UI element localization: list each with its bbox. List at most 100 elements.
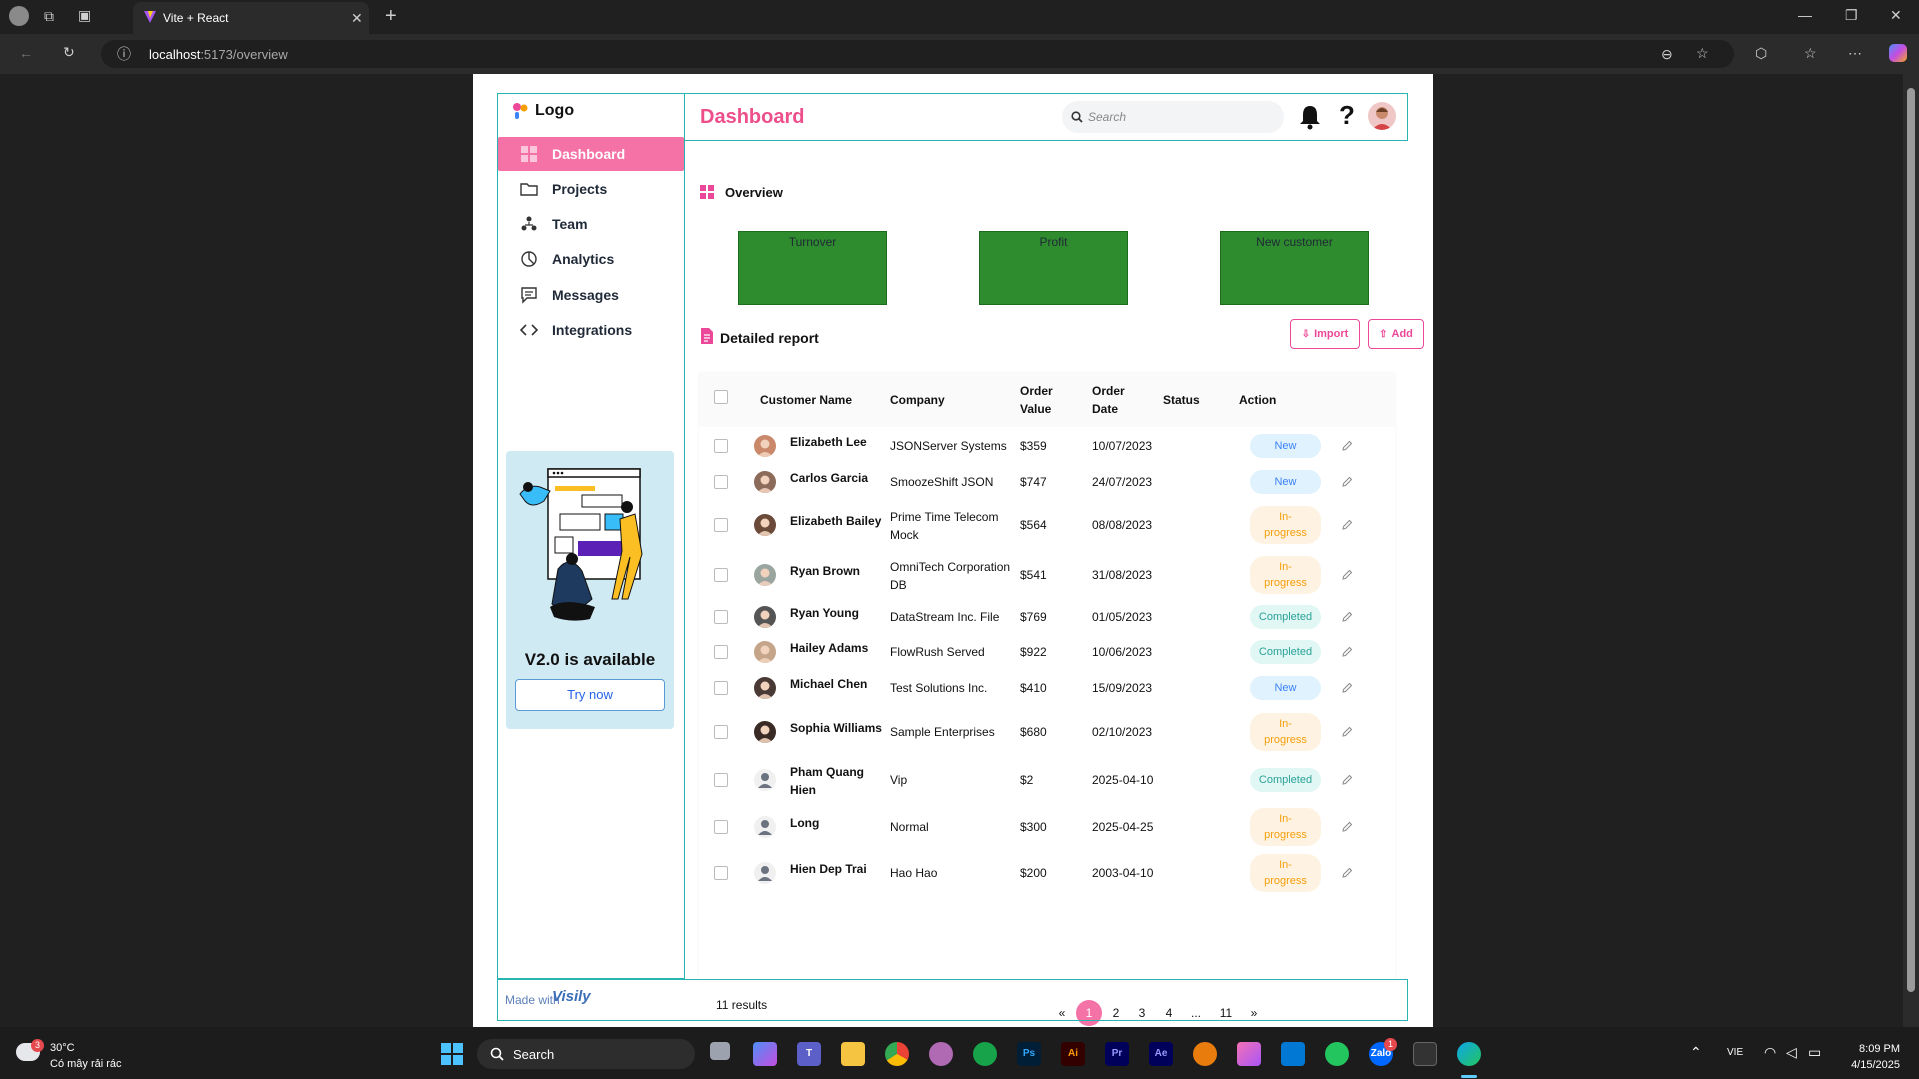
logo[interactable]: Logo (512, 102, 574, 120)
chrome-app-icon[interactable] (1325, 1042, 1349, 1066)
edit-pencil-icon[interactable] (1341, 440, 1353, 452)
language-indicator[interactable]: VIE (1727, 1047, 1743, 1058)
customer-name[interactable]: Elizabeth Lee (790, 433, 867, 451)
row-checkbox[interactable] (714, 645, 728, 659)
terminal-icon[interactable] (1413, 1042, 1437, 1066)
browser-tab[interactable]: Vite + React ✕ (133, 2, 369, 34)
customer-name[interactable]: Long (790, 814, 819, 832)
row-checkbox[interactable] (714, 568, 728, 582)
customer-name[interactable]: Hien Dep Trai (790, 860, 867, 878)
column-header[interactable]: Customer Name (760, 391, 852, 409)
photoshop-icon[interactable]: Ps (1017, 1042, 1041, 1066)
edge-icon[interactable] (1457, 1042, 1481, 1066)
weather-widget[interactable]: 30°C Có mây rải rác (50, 1040, 122, 1072)
row-checkbox[interactable] (714, 681, 728, 695)
customer-name[interactable]: Ryan Brown (790, 562, 860, 580)
customer-name[interactable]: Hailey Adams (790, 639, 868, 657)
illustrator-icon[interactable]: Ai (1061, 1042, 1085, 1066)
windows-start-icon[interactable] (441, 1043, 463, 1065)
row-checkbox[interactable] (714, 866, 728, 880)
row-checkbox[interactable] (714, 610, 728, 624)
column-header[interactable]: Company (890, 391, 945, 409)
vscode-icon[interactable] (1281, 1042, 1305, 1066)
messenger-icon[interactable] (929, 1042, 953, 1066)
chevron-up-icon[interactable]: ⌃ (1690, 1045, 1702, 1059)
back-icon[interactable]: ← (19, 46, 33, 60)
row-checkbox[interactable] (714, 475, 728, 489)
edit-pencil-icon[interactable] (1341, 646, 1353, 658)
file-explorer-icon[interactable] (841, 1042, 865, 1066)
column-header[interactable]: Status (1163, 391, 1200, 409)
select-all-checkbox[interactable] (714, 390, 728, 404)
volume-icon[interactable]: ◁ (1786, 1045, 1797, 1059)
favorite-star-icon[interactable]: ☆ (1696, 46, 1709, 60)
zoom-icon[interactable]: ⊖ (1661, 47, 1673, 61)
workspaces-icon[interactable]: ⧉ (44, 9, 54, 23)
more-menu-icon[interactable]: ⋯ (1848, 46, 1862, 60)
row-checkbox[interactable] (714, 439, 728, 453)
customer-name[interactable]: Pham Quang Hien (790, 763, 864, 799)
sidebar-item-dashboard[interactable]: Dashboard (498, 137, 684, 171)
customer-name[interactable]: Ryan Young (790, 604, 859, 622)
sidebar-item-analytics[interactable]: Analytics (498, 242, 684, 276)
edit-pencil-icon[interactable] (1341, 774, 1353, 786)
camera-app-icon[interactable] (1237, 1042, 1261, 1066)
row-checkbox[interactable] (714, 820, 728, 834)
column-header[interactable]: Order Value (1020, 382, 1053, 418)
sidebar-item-messages[interactable]: Messages (498, 278, 684, 312)
row-checkbox[interactable] (714, 518, 728, 532)
try-now-button[interactable]: Try now (515, 679, 665, 711)
avatar[interactable] (1368, 102, 1396, 130)
refresh-icon[interactable]: ↻ (63, 45, 75, 59)
wifi-icon[interactable]: ◠ (1764, 1045, 1776, 1059)
clock[interactable]: 8:09 PM 4/15/2025 (1840, 1041, 1900, 1073)
chrome-icon[interactable] (885, 1042, 909, 1066)
customer-name[interactable]: Sophia Williams (790, 719, 882, 737)
sidebar-item-team[interactable]: Team (498, 207, 684, 241)
column-header[interactable]: Order Date (1092, 382, 1125, 418)
sidebar-item-integrations[interactable]: Integrations (498, 313, 684, 347)
site-info-icon[interactable]: ⓘ (117, 47, 131, 61)
new-tab-icon[interactable]: + (385, 6, 397, 26)
profile-icon[interactable] (9, 6, 29, 26)
edit-pencil-icon[interactable] (1341, 519, 1353, 531)
edit-pencil-icon[interactable] (1341, 476, 1353, 488)
copilot-icon[interactable] (1889, 44, 1907, 62)
tab-actions-icon[interactable]: ▣ (78, 8, 91, 22)
blender-icon[interactable] (1193, 1042, 1217, 1066)
edit-pencil-icon[interactable] (1341, 867, 1353, 879)
edit-pencil-icon[interactable] (1341, 821, 1353, 833)
sidebar-item-projects[interactable]: Projects (498, 172, 684, 206)
page-scrollbar[interactable] (1903, 74, 1919, 1027)
edit-pencil-icon[interactable] (1341, 569, 1353, 581)
bell-icon[interactable] (1298, 104, 1322, 130)
help-icon[interactable]: ? (1339, 100, 1355, 131)
customer-name[interactable]: Carlos Garcia (790, 469, 868, 487)
premiere-icon[interactable]: Pr (1105, 1042, 1129, 1066)
after-effects-icon[interactable]: Ae (1149, 1042, 1173, 1066)
battery-icon[interactable]: ▭ (1808, 1045, 1821, 1059)
edit-pencil-icon[interactable] (1341, 726, 1353, 738)
teams-icon[interactable]: T (797, 1042, 821, 1066)
import-button[interactable]: ⇩ Import (1290, 319, 1360, 349)
close-tab-icon[interactable]: ✕ (351, 11, 363, 25)
visily-logo[interactable]: Visily (552, 988, 591, 1005)
copilot-app-icon[interactable] (753, 1042, 777, 1066)
minimize-icon[interactable]: — (1798, 8, 1812, 22)
extensions-icon[interactable]: ⬡ (1755, 46, 1767, 60)
add-button[interactable]: ⇧ Add (1368, 319, 1424, 349)
url-field[interactable]: ⓘ localhost:5173/overview ⊖ ☆ (101, 40, 1734, 68)
favorites-icon[interactable]: ☆ (1804, 46, 1817, 60)
close-window-icon[interactable]: ✕ (1890, 8, 1902, 22)
chrome-profile-icon[interactable] (973, 1042, 997, 1066)
edit-pencil-icon[interactable] (1341, 611, 1353, 623)
column-header[interactable]: Action (1239, 391, 1276, 409)
row-checkbox[interactable] (714, 773, 728, 787)
search-input[interactable]: Search (1062, 101, 1284, 133)
customer-name[interactable]: Elizabeth Bailey (790, 512, 881, 530)
customer-name[interactable]: Michael Chen (790, 675, 867, 693)
row-checkbox[interactable] (714, 725, 728, 739)
task-view-icon[interactable] (710, 1042, 730, 1060)
taskbar-search[interactable]: Search (477, 1039, 695, 1069)
restore-icon[interactable]: ❐ (1845, 8, 1858, 22)
